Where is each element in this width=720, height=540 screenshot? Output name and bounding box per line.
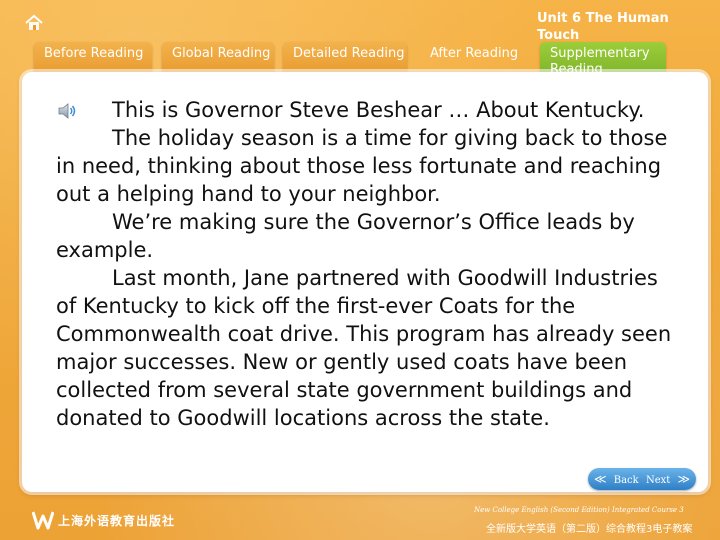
tab-supplementary-reading[interactable]: Supplementary Reading [540, 42, 666, 76]
paragraph: This is Governor Steve Beshear … About K… [112, 98, 645, 122]
nav-buttons: ≪ Back Next ≫ [588, 468, 696, 490]
reading-text: This is Governor Steve Beshear … About K… [56, 96, 676, 432]
speaker-icon[interactable] [56, 100, 78, 122]
double-chevron-left-icon: ≪ [594, 472, 607, 486]
publisher-logo-icon [32, 511, 54, 530]
tab-before-reading[interactable]: Before Reading [34, 42, 152, 76]
paragraph: The holiday season is a time for giving … [56, 126, 668, 206]
double-chevron-right-icon: ≫ [677, 472, 691, 486]
unit-title: Unit 6 The Human Touch [537, 11, 669, 43]
next-label: Next [646, 475, 671, 486]
tab-detailed-reading[interactable]: Detailed Reading [283, 42, 407, 76]
home-icon[interactable] [24, 14, 44, 32]
tab-after-reading[interactable]: After Reading [420, 42, 538, 76]
paragraph: Last month, Jane partnered with Goodwill… [56, 266, 672, 430]
back-label: Back [613, 475, 639, 486]
paragraph: We’re making sure the Governor’s Office … [56, 210, 635, 262]
next-button[interactable]: Next ≫ [646, 468, 694, 490]
tab-global-reading[interactable]: Global Reading [162, 42, 274, 76]
course-title-cn: 全新版大学英语（第二版）综合教程3电子教案 [486, 524, 693, 535]
back-button[interactable]: ≪ Back [594, 468, 642, 490]
course-title-en: New College English (Second Edition) Int… [474, 506, 684, 514]
publisher-name: 上海外语教育出版社 [58, 514, 176, 528]
